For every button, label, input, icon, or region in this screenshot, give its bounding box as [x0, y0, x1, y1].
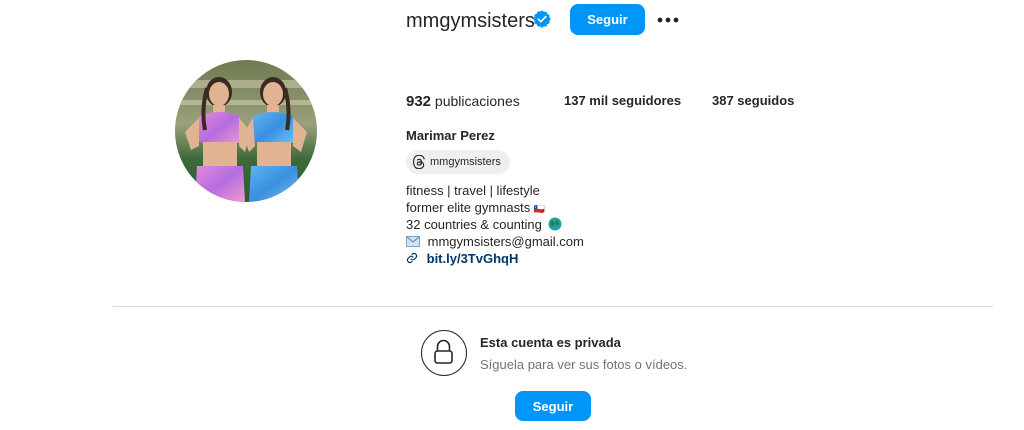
followers-link[interactable]: 137 mil seguidores — [564, 92, 681, 110]
private-account-title: Esta cuenta es privada — [480, 335, 621, 350]
email-icon — [406, 236, 420, 247]
chile-flag-icon: 🇨🇱 — [533, 204, 546, 214]
follow-button-header[interactable]: Seguir — [570, 4, 645, 35]
profile-full-name: Marimar Perez — [406, 128, 495, 143]
posts-count: 932 publicaciones — [406, 92, 520, 111]
more-options-icon[interactable] — [657, 17, 679, 23]
bio-line: former elite gymnasts 🇨🇱 — [406, 199, 584, 216]
following-link[interactable]: 387 seguidos — [712, 92, 794, 110]
bio-line: mmgymsisters@gmail.com — [406, 233, 584, 250]
threads-badge[interactable]: mmgymsisters — [406, 150, 510, 174]
verified-badge-icon — [533, 10, 551, 28]
profile-username: mmgymsisters — [406, 10, 535, 32]
globe-icon — [548, 217, 561, 231]
lock-icon-circle — [421, 330, 467, 376]
profile-avatar[interactable] — [175, 60, 317, 202]
posts-count-number: 932 — [406, 93, 432, 110]
posts-count-label: publicaciones — [434, 93, 520, 109]
bio-link[interactable]: bit.ly/3TvGhqH — [406, 250, 584, 267]
link-icon — [406, 252, 418, 264]
lock-icon — [434, 339, 453, 364]
bio-line-text: 32 countries & counting — [406, 217, 542, 232]
avatar-photo — [175, 60, 317, 202]
threads-handle: mmgymsisters — [430, 156, 501, 168]
bio-link-text[interactable]: bit.ly/3TvGhqH — [427, 251, 519, 266]
private-account-subtitle: Síguela para ver sus fotos o vídeos. — [480, 357, 688, 372]
profile-bio: fitness | travel | lifestyle former elit… — [406, 182, 584, 267]
bio-line-text: former elite gymnasts — [406, 200, 531, 215]
bio-line: 32 countries & counting — [406, 216, 584, 233]
bio-line: fitness | travel | lifestyle — [406, 183, 540, 198]
section-divider — [113, 306, 993, 307]
bio-email: mmgymsisters@gmail.com — [427, 234, 584, 249]
threads-icon — [413, 155, 425, 169]
follow-button-private[interactable]: Seguir — [515, 391, 591, 421]
